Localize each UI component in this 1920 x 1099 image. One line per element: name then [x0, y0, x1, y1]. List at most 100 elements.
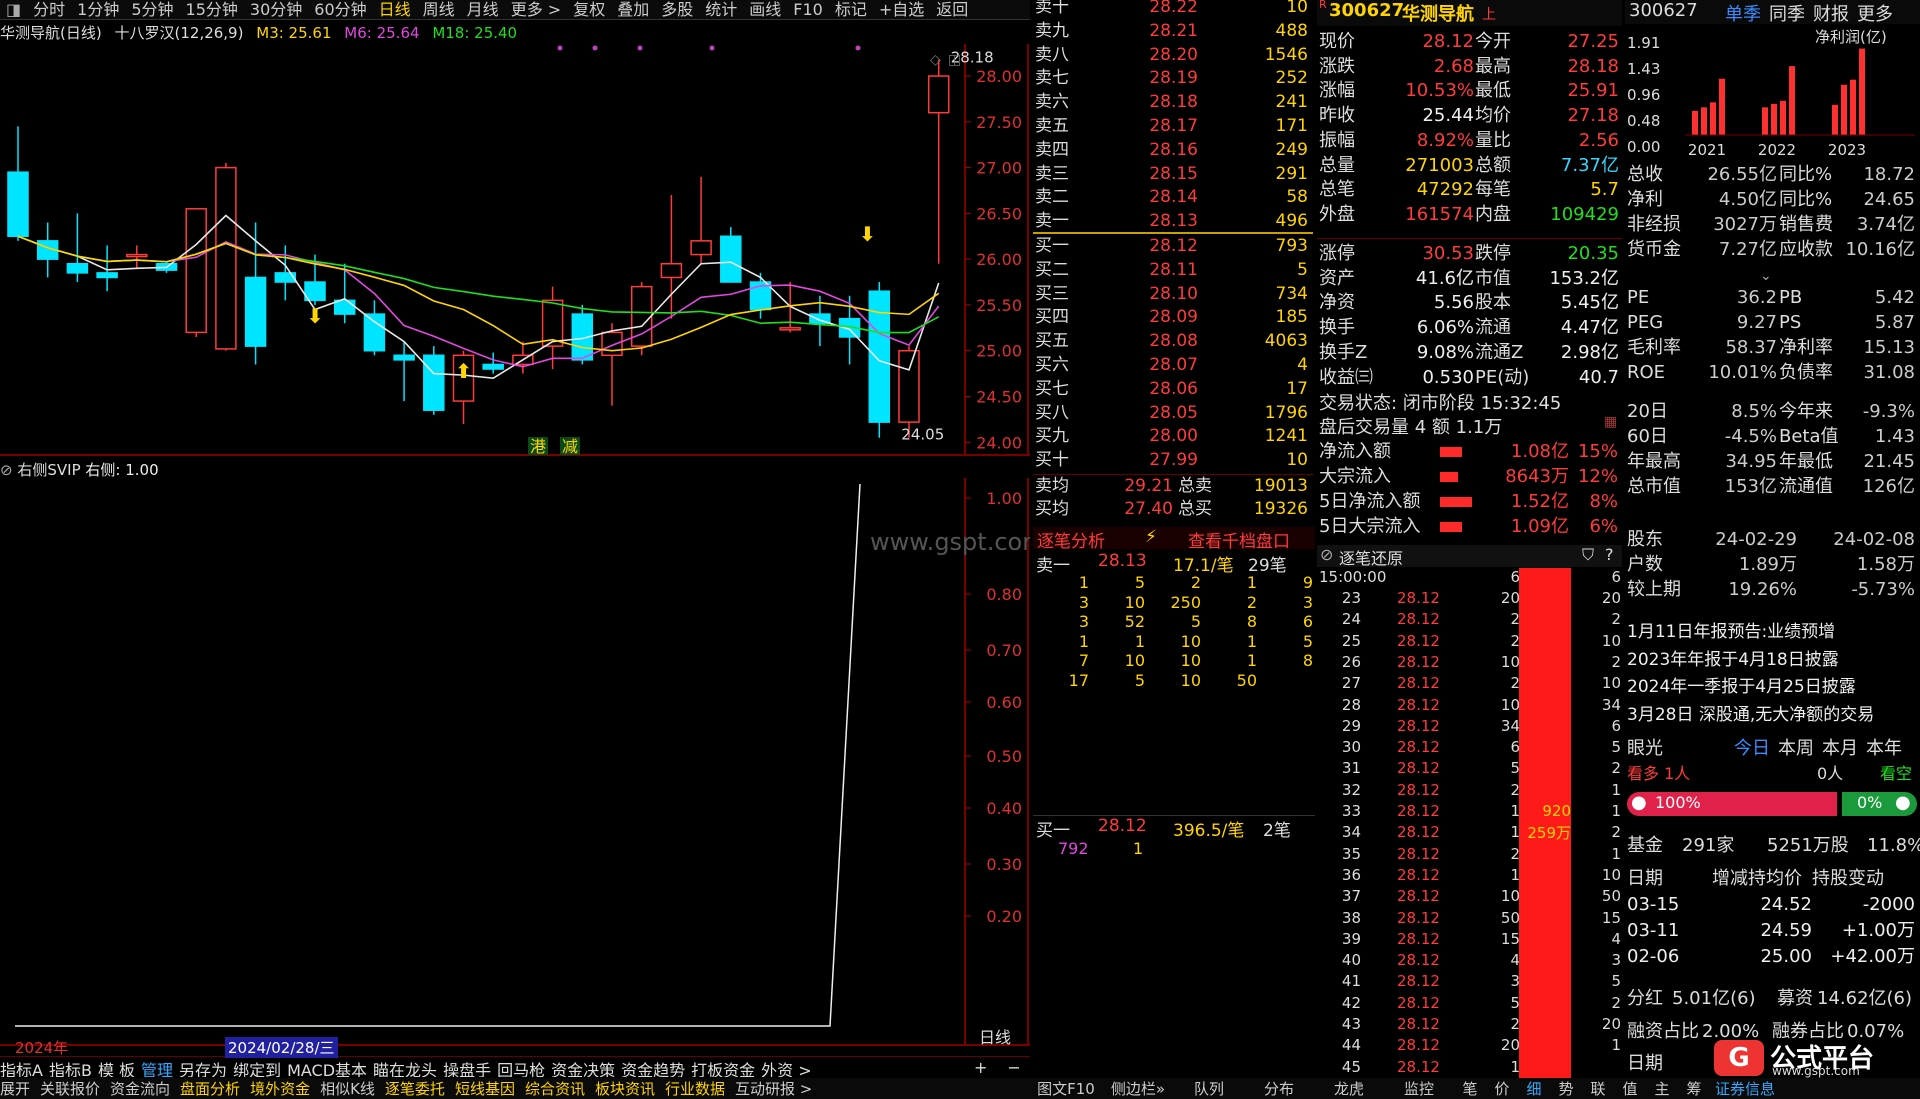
profit-bar[interactable] [1710, 102, 1716, 135]
candle-body[interactable] [244, 276, 267, 347]
bottom-tab[interactable]: 资金流向 [110, 1080, 170, 1098]
event-marker[interactable]: 港 [530, 437, 546, 456]
menu-item[interactable]: 统计 [699, 0, 743, 19]
menu-item[interactable]: 多股 [655, 0, 699, 19]
candle-body[interactable] [66, 262, 89, 274]
eye-tab[interactable]: 本周 [1778, 737, 1814, 761]
profit-bar[interactable] [1692, 110, 1698, 135]
profit-bar[interactable] [1832, 104, 1838, 135]
menu-item[interactable]: 1分钟 [71, 0, 125, 19]
indicator-label[interactable]: 十八罗汉(12,26,9) [115, 24, 244, 42]
orderbook-row[interactable]: 买十 27.99 10 [1033, 449, 1313, 472]
side-tab[interactable]: 图文F10 [1030, 1078, 1102, 1099]
orderbook-row[interactable]: 买六 28.07 4 [1033, 354, 1313, 377]
zoom-out-icon[interactable]: − [1007, 1058, 1020, 1077]
bear-icon[interactable]: ● [1895, 792, 1911, 813]
side-tab[interactable]: 监控 [1384, 1078, 1454, 1099]
depth-link[interactable]: 查看千档盘口 [1188, 527, 1290, 552]
menu-item[interactable]: 5分钟 [125, 0, 179, 19]
orderbook-row[interactable]: 买八 28.05 1796 [1033, 402, 1313, 425]
orderbook-row[interactable]: 卖九 28.21 488 [1033, 20, 1313, 43]
profit-bar[interactable] [1859, 48, 1865, 135]
diamond-icon[interactable]: ◇ [930, 52, 941, 68]
expand-icon[interactable]: ⌄ [1760, 268, 1772, 284]
indicator-tab[interactable]: 指标B [49, 1061, 92, 1077]
indicator-tab[interactable]: 绑定到 [233, 1061, 281, 1077]
menu-item[interactable]: 标记 [829, 0, 873, 19]
side-tab[interactable]: 联 [1582, 1078, 1614, 1099]
menu-item[interactable]: 画线 [743, 0, 787, 19]
indicator-tab[interactable]: 模 板 [98, 1061, 135, 1077]
filter-icon[interactable]: ⛉ [1582, 545, 1594, 565]
bottom-tab[interactable]: 相似K线 [320, 1080, 375, 1098]
profit-bar[interactable] [1771, 103, 1777, 135]
eye-tab[interactable]: 今日 [1734, 737, 1770, 761]
side-tab[interactable]: 证券信息 [1710, 1078, 1780, 1099]
indicator-tab[interactable]: 指标A [0, 1061, 43, 1077]
orderbook-row[interactable]: 买五 28.08 4063 [1033, 330, 1313, 353]
indicator-tab[interactable]: 管理 [141, 1061, 173, 1077]
menu-item[interactable]: 更多 > [505, 0, 568, 19]
menu-item[interactable]: 60分钟 [308, 0, 372, 19]
orderbook-row[interactable]: 买九 28.00 1241 [1033, 425, 1313, 448]
candle-body[interactable] [601, 331, 623, 357]
news-item[interactable]: 2024年一季报于4月25日披露 [1627, 675, 1917, 699]
candle-body[interactable] [96, 272, 118, 279]
side-tab[interactable]: 队列 [1174, 1078, 1244, 1099]
side-tab[interactable]: 值 [1614, 1078, 1646, 1099]
orderbook-row[interactable]: 卖三 28.15 291 [1033, 163, 1313, 186]
side-tab[interactable]: 分布 [1244, 1078, 1314, 1099]
candle-body[interactable] [215, 166, 237, 350]
profit-bar[interactable] [1789, 66, 1795, 135]
indicator-tab[interactable]: 外资 > [761, 1061, 812, 1077]
candle-body[interactable] [423, 354, 445, 411]
candle-body[interactable] [898, 349, 920, 423]
indicator-tab[interactable]: MACD基本 [287, 1061, 367, 1077]
flash-icon[interactable]: ⚡ [1145, 527, 1157, 547]
bottom-tab[interactable]: 短线基因 [455, 1080, 515, 1098]
orderbook-row[interactable]: 买三 28.10 734 [1033, 283, 1313, 306]
indicator-tab[interactable]: 打板资金 [691, 1061, 755, 1077]
menu-item[interactable]: 分时 [27, 0, 71, 19]
profit-bar[interactable] [1780, 100, 1786, 135]
menu-item[interactable]: 日线 [373, 0, 417, 19]
candle-body[interactable] [304, 281, 326, 302]
orderbook-row[interactable]: 买二 28.11 5 [1033, 259, 1313, 282]
menu-item[interactable]: 30分钟 [244, 0, 308, 19]
candle-body[interactable] [126, 253, 148, 258]
candle-body[interactable] [393, 354, 415, 361]
bottom-tab[interactable]: 行业数据 [665, 1080, 725, 1098]
bottom-tab[interactable]: 板块资讯 [595, 1080, 655, 1098]
profit-bar[interactable] [1850, 79, 1856, 135]
candle-body[interactable] [185, 208, 207, 334]
orderbook-row[interactable]: 买七 28.06 17 [1033, 378, 1313, 401]
candle-body[interactable] [779, 327, 801, 331]
orderbook-row[interactable]: 卖二 28.14 58 [1033, 186, 1313, 209]
orderbook-row[interactable]: 卖一 28.13 496 [1033, 210, 1313, 233]
menu-item[interactable]: 月线 [461, 0, 505, 19]
menu-item[interactable]: 叠加 [611, 0, 655, 19]
panel-toggle-icon[interactable]: ◫ [948, 52, 961, 68]
side-tab[interactable]: 笔 [1454, 1078, 1486, 1099]
bottom-tab[interactable]: 境外资金 [250, 1080, 310, 1098]
help-icon[interactable]: ? [1605, 545, 1614, 564]
bottom-tab[interactable]: 关联报价 [40, 1080, 100, 1098]
orderbook-row[interactable]: 卖四 28.16 249 [1033, 139, 1313, 162]
after-hours-icon[interactable]: ▦ [1604, 414, 1617, 430]
indicator-tab[interactable]: 操盘手 [443, 1061, 491, 1077]
side-tab[interactable]: 主 [1646, 1078, 1678, 1099]
indicator-tab[interactable]: 回马枪 [497, 1061, 545, 1077]
profit-bar[interactable] [1701, 107, 1707, 135]
bottom-tab[interactable]: 展开 [0, 1080, 30, 1098]
candle-body[interactable] [927, 75, 950, 114]
candle-body[interactable] [7, 171, 29, 238]
kline-chart[interactable]: 28.00 27.50 27.00 26.50 26.00 25.50 25.00 24.50… [0, 44, 1030, 456]
bottom-tab[interactable]: 盘面分析 [180, 1080, 240, 1098]
menu-item[interactable]: F10 [787, 0, 829, 19]
zoom-in-icon[interactable]: + [974, 1058, 987, 1077]
indicator-tab[interactable]: 另存为 [179, 1061, 227, 1077]
news-item[interactable]: 3月28日 深股通,无大净额的交易 [1627, 703, 1917, 727]
orderbook-row[interactable]: 卖六 28.18 241 [1033, 91, 1313, 114]
bottom-tab[interactable]: 逐笔委托 [385, 1080, 445, 1098]
eye-tab[interactable]: 本年 [1866, 737, 1902, 761]
